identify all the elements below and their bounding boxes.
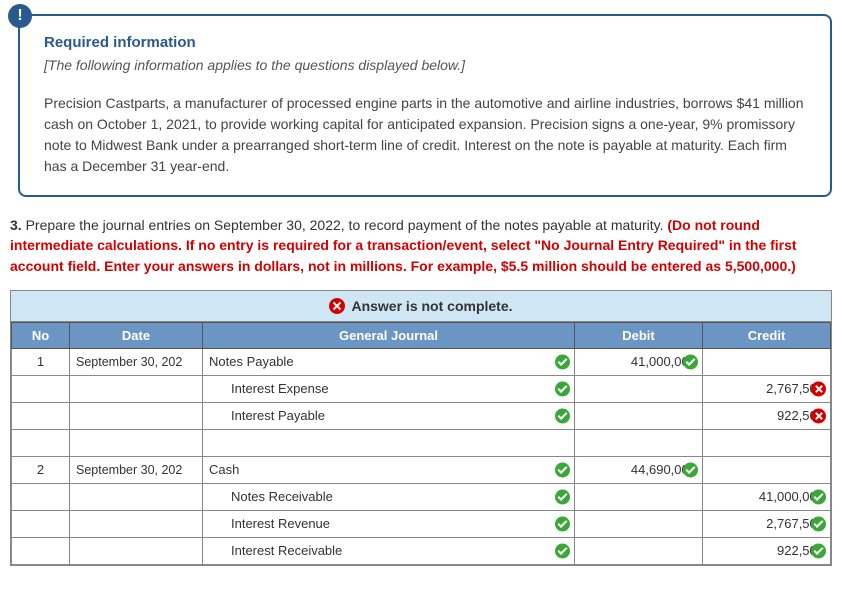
table-row: Interest Payable 922,500 bbox=[12, 402, 831, 429]
cell-debit[interactable] bbox=[575, 402, 703, 429]
x-icon bbox=[811, 381, 826, 396]
cell-credit[interactable]: 922,500 bbox=[703, 402, 831, 429]
error-icon bbox=[329, 298, 345, 314]
check-icon bbox=[555, 489, 570, 504]
header-gj: General Journal bbox=[203, 322, 575, 348]
cell-account[interactable]: Interest Expense bbox=[203, 375, 575, 402]
check-icon bbox=[555, 354, 570, 369]
cell-credit[interactable]: 2,767,500 bbox=[703, 375, 831, 402]
cell-account[interactable]: Notes Receivable bbox=[203, 483, 575, 510]
table-row: 1September 30, 202Notes Payable41,000,00… bbox=[12, 348, 831, 375]
check-icon bbox=[555, 408, 570, 423]
table-row: Interest Expense 2,767,500 bbox=[12, 375, 831, 402]
answer-status-bar: Answer is not complete. bbox=[11, 291, 831, 322]
cell-date[interactable] bbox=[70, 429, 203, 456]
info-body: Precision Castparts, a manufacturer of p… bbox=[44, 93, 806, 177]
table-row: 2September 30, 202Cash44,690,000 bbox=[12, 456, 831, 483]
cell-date[interactable] bbox=[70, 402, 203, 429]
cell-no[interactable] bbox=[12, 483, 70, 510]
cell-account[interactable]: Interest Revenue bbox=[203, 510, 575, 537]
cell-debit[interactable] bbox=[575, 483, 703, 510]
required-info-title: Required information bbox=[44, 34, 806, 51]
cell-credit[interactable] bbox=[703, 456, 831, 483]
check-icon bbox=[811, 516, 826, 531]
cell-credit[interactable] bbox=[703, 429, 831, 456]
cell-debit[interactable] bbox=[575, 537, 703, 564]
cell-debit[interactable]: 41,000,000 bbox=[575, 348, 703, 375]
header-credit: Credit bbox=[703, 322, 831, 348]
table-row: Notes Receivable 41,000,000 bbox=[12, 483, 831, 510]
table-row bbox=[12, 429, 831, 456]
check-icon bbox=[811, 489, 826, 504]
check-icon bbox=[555, 381, 570, 396]
question-body: Prepare the journal entries on September… bbox=[22, 217, 668, 233]
check-icon bbox=[811, 543, 826, 558]
answer-panel: Answer is not complete. No Date General … bbox=[10, 290, 832, 566]
cell-date[interactable]: September 30, 202 bbox=[70, 348, 203, 375]
cell-debit[interactable] bbox=[575, 375, 703, 402]
cell-account[interactable]: Cash bbox=[203, 456, 575, 483]
question-number: 3. bbox=[10, 217, 22, 233]
cell-debit[interactable] bbox=[575, 510, 703, 537]
required-info-box: ! Required information [The following in… bbox=[18, 14, 832, 197]
answer-status-text: Answer is not complete. bbox=[351, 298, 512, 314]
cell-no[interactable]: 1 bbox=[12, 348, 70, 375]
cell-debit[interactable] bbox=[575, 429, 703, 456]
cell-credit[interactable]: 922,500 bbox=[703, 537, 831, 564]
cell-account[interactable] bbox=[203, 429, 575, 456]
cell-date[interactable] bbox=[70, 510, 203, 537]
cell-debit[interactable]: 44,690,000 bbox=[575, 456, 703, 483]
check-icon bbox=[555, 516, 570, 531]
cell-credit[interactable] bbox=[703, 348, 831, 375]
header-debit: Debit bbox=[575, 322, 703, 348]
cell-date[interactable] bbox=[70, 483, 203, 510]
question-text: 3. Prepare the journal entries on Septem… bbox=[10, 215, 832, 276]
cell-no[interactable] bbox=[12, 429, 70, 456]
check-icon bbox=[683, 354, 698, 369]
cell-account[interactable]: Notes Payable bbox=[203, 348, 575, 375]
header-no: No bbox=[12, 322, 70, 348]
cell-no[interactable] bbox=[12, 510, 70, 537]
cell-no[interactable] bbox=[12, 375, 70, 402]
cell-account[interactable]: Interest Receivable bbox=[203, 537, 575, 564]
x-icon bbox=[811, 408, 826, 423]
table-row: Interest Revenue 2,767,500 bbox=[12, 510, 831, 537]
cell-date[interactable]: September 30, 202 bbox=[70, 456, 203, 483]
cell-no[interactable] bbox=[12, 402, 70, 429]
cell-account[interactable]: Interest Payable bbox=[203, 402, 575, 429]
check-icon bbox=[555, 462, 570, 477]
cell-date[interactable] bbox=[70, 537, 203, 564]
alert-icon: ! bbox=[8, 4, 32, 28]
cell-credit[interactable]: 2,767,500 bbox=[703, 510, 831, 537]
cell-no[interactable]: 2 bbox=[12, 456, 70, 483]
cell-date[interactable] bbox=[70, 375, 203, 402]
cell-no[interactable] bbox=[12, 537, 70, 564]
cell-credit[interactable]: 41,000,000 bbox=[703, 483, 831, 510]
table-row: Interest Receivable 922,500 bbox=[12, 537, 831, 564]
check-icon bbox=[555, 543, 570, 558]
check-icon bbox=[683, 462, 698, 477]
journal-table: No Date General Journal Debit Credit 1Se… bbox=[11, 322, 831, 565]
info-note: [The following information applies to th… bbox=[44, 57, 806, 73]
header-date: Date bbox=[70, 322, 203, 348]
